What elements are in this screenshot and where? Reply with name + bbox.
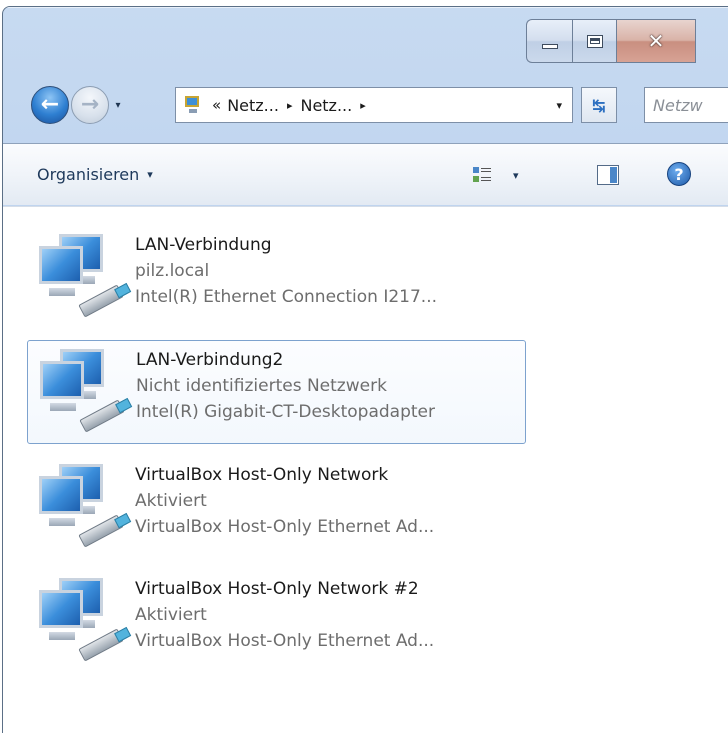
forward-arrow-icon: → bbox=[80, 92, 100, 117]
organize-chevron-icon: ▾ bbox=[147, 168, 153, 181]
refresh-icon: ↹ bbox=[592, 95, 606, 115]
connection-status: Nicht identifiziertes Netzwerk bbox=[136, 376, 387, 396]
connection-status: Aktiviert bbox=[135, 605, 207, 625]
connection-name: VirtualBox Host-Only Network bbox=[135, 465, 389, 485]
view-options-dropdown[interactable]: ▾ bbox=[513, 169, 519, 182]
minimize-button[interactable] bbox=[526, 19, 572, 63]
preview-pane-button[interactable] bbox=[597, 165, 619, 185]
address-dropdown-button[interactable]: ▾ bbox=[556, 99, 562, 112]
refresh-button[interactable]: ↹ bbox=[581, 87, 617, 123]
close-icon: ✕ bbox=[647, 29, 665, 53]
connection-name: LAN-Verbindung2 bbox=[136, 350, 284, 370]
search-input[interactable]: Netzw bbox=[644, 87, 728, 123]
breadcrumb-separator-2[interactable]: ▸ bbox=[360, 99, 366, 112]
back-button[interactable]: ← bbox=[31, 86, 69, 124]
connection-device: VirtualBox Host-Only Ethernet Ad... bbox=[135, 631, 435, 651]
breadcrumb-item-2[interactable]: Netz... bbox=[300, 96, 352, 115]
details-view-icon bbox=[473, 166, 491, 184]
network-adapter-icon bbox=[33, 572, 133, 668]
back-arrow-icon: ← bbox=[40, 92, 60, 117]
connection-status: pilz.local bbox=[135, 261, 210, 281]
network-folder-icon bbox=[182, 94, 204, 116]
explorer-window: ✕ ← → ▾ « Netz... ▸ Netz... ▸ ▾ ↹ Netzw … bbox=[2, 6, 728, 733]
connection-name: LAN-Verbindung bbox=[135, 235, 272, 255]
network-adapter-icon bbox=[33, 228, 133, 324]
change-view-button[interactable]: ▾ bbox=[473, 166, 519, 184]
navigation-bar: ← → ▾ bbox=[31, 77, 125, 133]
list-item[interactable]: LAN-Verbindung pilz.local Intel(R) Ether… bbox=[27, 226, 527, 330]
history-dropdown-button[interactable]: ▾ bbox=[111, 100, 125, 111]
connection-name: VirtualBox Host-Only Network #2 bbox=[135, 579, 419, 599]
maximize-icon bbox=[586, 34, 603, 48]
breadcrumb-separator-1[interactable]: ▸ bbox=[287, 99, 293, 112]
connection-device: VirtualBox Host-Only Ethernet Ad... bbox=[135, 517, 435, 537]
caption-buttons: ✕ bbox=[526, 19, 696, 63]
breadcrumb-item-1[interactable]: Netz... bbox=[227, 96, 279, 115]
help-button[interactable]: ? bbox=[667, 162, 691, 186]
list-item[interactable]: VirtualBox Host-Only Network Aktiviert V… bbox=[27, 456, 527, 560]
command-bar: Organisieren ▾ ▾ ? bbox=[3, 143, 728, 205]
breadcrumb-overflow-button[interactable]: « bbox=[212, 96, 221, 114]
connection-device: Intel(R) Ethernet Connection I217... bbox=[135, 287, 438, 307]
organize-label: Organisieren bbox=[37, 165, 140, 184]
close-button[interactable]: ✕ bbox=[616, 19, 696, 63]
maximize-button[interactable] bbox=[572, 19, 616, 63]
connection-device: Intel(R) Gigabit-CT-Desktopadapter bbox=[136, 402, 436, 422]
list-item-selected[interactable]: LAN-Verbindung2 Nicht identifiziertes Ne… bbox=[27, 340, 526, 444]
network-adapter-icon bbox=[33, 458, 133, 554]
organize-button[interactable]: Organisieren ▾ bbox=[37, 165, 153, 184]
search-placeholder: Netzw bbox=[653, 95, 703, 115]
list-item[interactable]: VirtualBox Host-Only Network #2 Aktivier… bbox=[27, 570, 527, 674]
help-icon: ? bbox=[674, 164, 684, 184]
connection-status: Aktiviert bbox=[135, 491, 207, 511]
address-bar[interactable]: « Netz... ▸ Netz... ▸ ▾ bbox=[175, 87, 573, 123]
forward-button[interactable]: → bbox=[71, 86, 109, 124]
minimize-icon bbox=[541, 43, 558, 49]
connection-list: LAN-Verbindung pilz.local Intel(R) Ether… bbox=[3, 206, 728, 733]
network-adapter-icon bbox=[34, 343, 134, 439]
